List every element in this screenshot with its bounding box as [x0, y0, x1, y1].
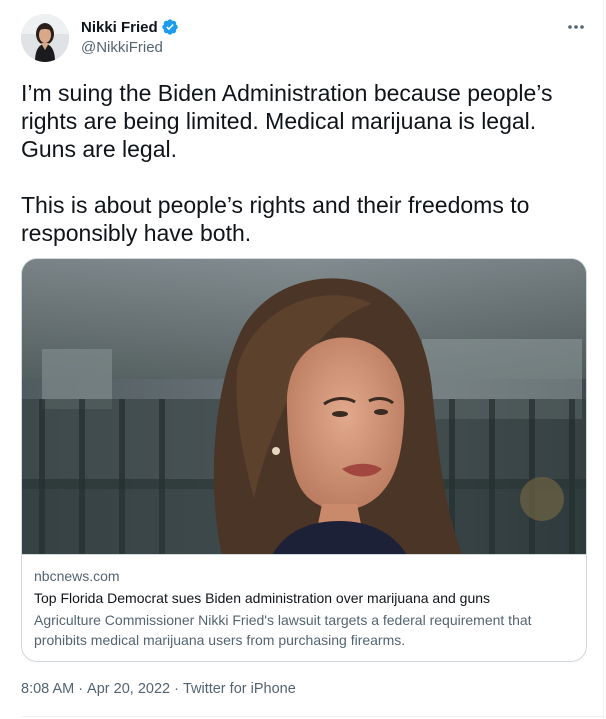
- display-name[interactable]: Nikki Fried: [81, 19, 158, 36]
- meta-separator: ·: [78, 681, 84, 697]
- more-options-dots: [568, 25, 584, 29]
- tweet-date[interactable]: Apr 20, 2022: [87, 681, 170, 697]
- card-photo: [22, 259, 586, 554]
- tweet-text: I’m suing the Biden Administration becau…: [21, 80, 553, 246]
- card-title: Top Florida Democrat sues Biden administ…: [34, 590, 491, 606]
- card-image[interactable]: [22, 259, 586, 555]
- tweet-meta: 8:08 AM · Apr 20, 2022 · Twitter for iPh…: [21, 681, 296, 697]
- author-block: Nikki Fried @NikkiFried: [81, 17, 179, 56]
- tweet-header: Nikki Fried @NikkiFried: [21, 14, 587, 62]
- tweet-source[interactable]: Twitter for iPhone: [183, 681, 296, 697]
- handle[interactable]: @NikkiFried: [81, 39, 179, 56]
- avatar[interactable]: [21, 14, 69, 62]
- link-card[interactable]: nbcnews.com Top Florida Democrat sues Bi…: [21, 258, 587, 662]
- tweet: Nikki Fried @NikkiFried I’m suing the Bi…: [0, 0, 604, 719]
- verified-badge-icon: [162, 19, 178, 35]
- card-domain: nbcnews.com: [34, 568, 120, 584]
- card-body: nbcnews.com Top Florida Democrat sues Bi…: [34, 567, 574, 650]
- card-description: Agriculture Commissioner Nikki Fried's l…: [34, 612, 532, 648]
- divider: [21, 716, 603, 717]
- name-row: Nikki Fried: [81, 17, 179, 37]
- more-options-icon[interactable]: [565, 16, 587, 38]
- meta-separator: ·: [174, 681, 179, 697]
- tweet-time[interactable]: 8:08 AM: [21, 681, 74, 697]
- avatar-image: [21, 14, 69, 62]
